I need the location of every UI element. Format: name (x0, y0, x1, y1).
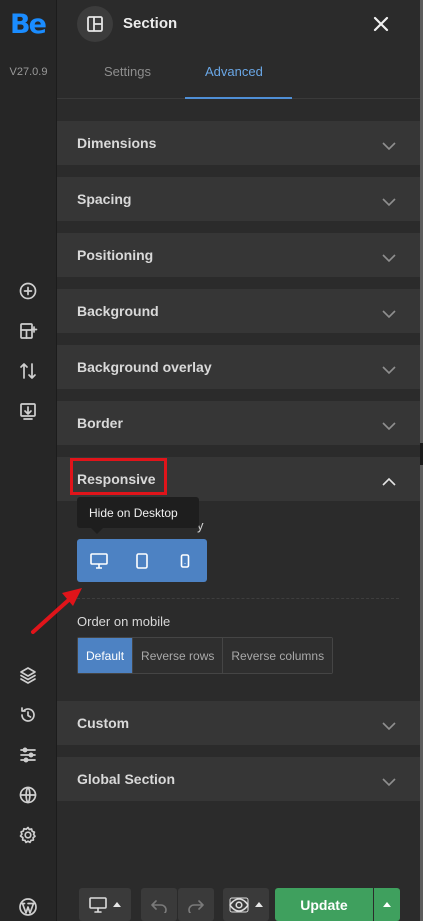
chevron-down-icon (382, 362, 396, 375)
eye-icon (229, 897, 249, 912)
hide-on-desktop-tooltip: Hide on Desktop (77, 497, 199, 534)
annotation-highlight-box (70, 458, 167, 495)
import-icon[interactable] (16, 399, 40, 423)
mobile-icon (181, 553, 190, 568)
version-label: V27.0.9 (9, 66, 48, 78)
settings-icon[interactable] (16, 823, 40, 847)
section-positioning[interactable]: Positioning (57, 233, 420, 277)
history-icon[interactable] (16, 703, 40, 727)
mobile-toggle-button[interactable] (164, 539, 207, 582)
chevron-down-icon (382, 194, 396, 207)
sort-arrows-icon[interactable] (16, 359, 40, 383)
undo-button[interactable] (141, 888, 177, 921)
section-label: Spacing (77, 191, 132, 207)
caret-up-icon (383, 902, 391, 907)
preview-button[interactable] (223, 888, 269, 921)
caret-up-icon (255, 902, 263, 907)
order-reverse-rows-button[interactable]: Reverse rows (133, 638, 224, 673)
active-tab-indicator (185, 97, 292, 99)
order-on-mobile-selector: Default Reverse rows Reverse columns (77, 637, 334, 674)
section-label: Custom (77, 715, 130, 731)
sliders-icon[interactable] (16, 743, 40, 767)
section-label: Dimensions (77, 135, 157, 151)
section-label: Background (77, 303, 159, 319)
update-button[interactable]: Update (275, 888, 373, 921)
panel-tabs: Settings Advanced (57, 52, 420, 99)
tooltip-text: Hide on Desktop (89, 506, 178, 520)
chevron-down-icon (382, 418, 396, 431)
undo-icon (151, 899, 167, 913)
chevron-down-icon (382, 774, 396, 787)
panel-title: Section (123, 15, 178, 32)
chevron-down-icon (382, 250, 396, 263)
device-preview-button[interactable] (79, 888, 131, 921)
add-layout-icon[interactable] (16, 319, 40, 343)
desktop-icon (89, 552, 108, 569)
app-logo[interactable]: Be (10, 10, 47, 40)
redo-icon (188, 899, 204, 913)
section-layout-icon (77, 6, 113, 42)
globe-icon[interactable] (16, 783, 40, 807)
section-label: Positioning (77, 247, 154, 263)
section-background[interactable]: Background (57, 289, 420, 333)
tooltip-arrow (91, 528, 103, 534)
panel-header: Section (57, 0, 420, 50)
update-options-button[interactable] (374, 888, 400, 921)
chevron-up-icon (382, 474, 396, 486)
section-background-overlay[interactable]: Background overlay (57, 345, 420, 389)
chevron-down-icon (382, 138, 396, 151)
section-custom[interactable]: Custom (57, 701, 420, 745)
visibility-device-toggle (77, 539, 207, 582)
tab-advanced[interactable]: Advanced (205, 64, 263, 79)
layers-icon[interactable] (16, 663, 40, 687)
section-global-section[interactable]: Global Section (57, 757, 420, 801)
order-reverse-columns-button[interactable]: Reverse columns (223, 638, 333, 673)
caret-up-icon (113, 902, 121, 907)
close-icon[interactable] (371, 14, 391, 34)
chevron-down-icon (382, 306, 396, 319)
section-spacing[interactable]: Spacing (57, 177, 420, 221)
wordpress-icon[interactable] (16, 895, 40, 919)
section-label: Border (77, 415, 123, 431)
tablet-toggle-button[interactable] (120, 539, 163, 582)
tablet-icon (136, 552, 148, 569)
desktop-toggle-button[interactable] (77, 539, 120, 582)
divider (77, 598, 399, 599)
add-circle-icon[interactable] (16, 279, 40, 303)
section-settings-panel: Section Settings Advanced Dimensions Spa… (57, 0, 420, 921)
bottom-toolbar: Update (57, 880, 420, 921)
order-on-mobile-label: Order on mobile (77, 614, 171, 629)
left-rail: Be V27.0.9 (0, 0, 57, 921)
desktop-icon (89, 896, 107, 913)
section-dimensions[interactable]: Dimensions (57, 121, 420, 165)
order-default-button[interactable]: Default (78, 638, 134, 673)
chevron-down-icon (382, 718, 396, 731)
redo-button[interactable] (178, 888, 214, 921)
section-border[interactable]: Border (57, 401, 420, 445)
tab-settings[interactable]: Settings (104, 64, 151, 79)
section-label: Background overlay (77, 359, 212, 375)
section-label: Global Section (77, 771, 176, 787)
